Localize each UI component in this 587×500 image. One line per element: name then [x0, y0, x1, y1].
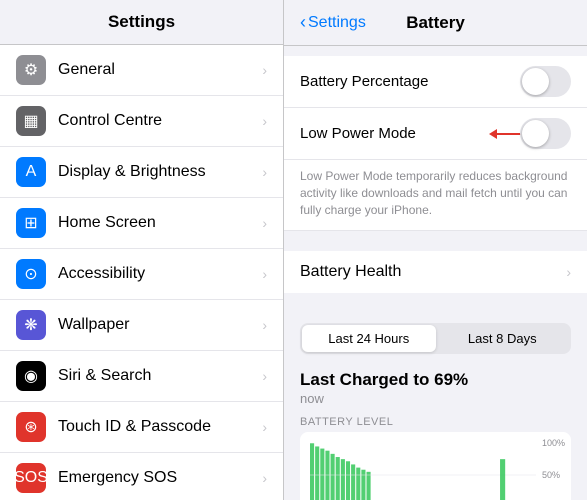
settings-item-emergency-sos[interactable]: SOS Emergency SOS›: [0, 453, 283, 500]
low-power-mode-row: Low Power Mode: [284, 108, 587, 160]
wallpaper-icon: ❋: [16, 310, 46, 340]
settings-item-display-brightness[interactable]: A Display & Brightness›: [0, 147, 283, 198]
back-label: Settings: [308, 14, 366, 32]
back-chevron-icon: ‹: [300, 12, 306, 33]
chevron-right-icon: ›: [262, 62, 267, 78]
settings-item-label-general: General: [58, 61, 262, 79]
settings-item-home-screen[interactable]: ⊞ Home Screen›: [0, 198, 283, 249]
settings-left-panel: Settings ⚙General›▦Control Centre›ADispl…: [0, 0, 284, 500]
last-charged-sub: now: [300, 391, 571, 406]
chevron-right-icon: ›: [262, 419, 267, 435]
chart-y-labels: 100% 50% 0%: [542, 438, 565, 500]
settings-item-label-touch-id: Touch ID & Passcode: [58, 418, 262, 436]
chevron-right-icon: ›: [262, 368, 267, 384]
battery-percentage-label: Battery Percentage: [300, 73, 520, 90]
low-power-mode-toggle[interactable]: [520, 118, 571, 149]
battery-health-label: Battery Health: [300, 263, 566, 281]
tab-last-24-hours[interactable]: Last 24 Hours: [302, 325, 436, 352]
right-content: Battery Percentage Low Power Mode Low Po…: [284, 46, 587, 500]
settings-item-label-emergency-sos: Emergency SOS: [58, 469, 262, 487]
control-centre-icon: ▦: [16, 106, 46, 136]
settings-item-label-control-centre: Control Centre: [58, 112, 262, 130]
right-header: ‹ Settings Battery: [284, 0, 587, 46]
settings-item-general[interactable]: ⚙ General›: [0, 45, 283, 96]
settings-item-touch-id[interactable]: ⊛ Touch ID & Passcode›: [0, 402, 283, 453]
battery-health-section: Battery Health ›: [284, 251, 587, 293]
general-icon: ⚙: [16, 55, 46, 85]
time-tabs: Last 24 Hours Last 8 Days: [300, 323, 571, 354]
toggles-section: Battery Percentage Low Power Mode Low Po…: [284, 56, 587, 231]
settings-item-accessibility[interactable]: ⊙ Accessibility›: [0, 249, 283, 300]
lpm-arrow-head: [489, 129, 497, 139]
low-power-description: Low Power Mode temporarily reduces backg…: [284, 160, 587, 231]
settings-item-label-home-screen: Home Screen: [58, 214, 262, 232]
settings-list: ⚙General›▦Control Centre›ADisplay & Brig…: [0, 45, 283, 500]
right-panel-title: Battery: [406, 13, 465, 33]
battery-right-panel: ‹ Settings Battery Battery Percentage Lo…: [284, 0, 587, 500]
chevron-right-icon: ›: [262, 470, 267, 486]
accessibility-icon: ⊙: [16, 259, 46, 289]
settings-item-wallpaper[interactable]: ❋ Wallpaper›: [0, 300, 283, 351]
time-tabs-section: Last 24 Hours Last 8 Days: [284, 313, 587, 364]
y-label-50: 50%: [542, 470, 565, 480]
toggle-knob: [522, 68, 549, 95]
tab-last-8-days[interactable]: Last 8 Days: [436, 325, 570, 352]
chart-svg-area: [310, 438, 536, 500]
battery-percentage-toggle[interactable]: [520, 66, 571, 97]
chevron-right-icon: ›: [262, 317, 267, 333]
y-label-100: 100%: [542, 438, 565, 448]
battery-health-row[interactable]: Battery Health ›: [284, 251, 587, 293]
battery-health-chevron-icon: ›: [566, 264, 571, 280]
chart-section: BATTERY LEVEL 100% 50% 0%: [284, 410, 587, 500]
low-power-mode-label: Low Power Mode: [300, 125, 520, 142]
left-header: Settings: [0, 0, 283, 45]
display-brightness-icon: A: [16, 157, 46, 187]
home-screen-icon: ⊞: [16, 208, 46, 238]
settings-item-siri-search[interactable]: ◉ Siri & Search›: [0, 351, 283, 402]
settings-item-label-display-brightness: Display & Brightness: [58, 163, 262, 181]
siri-search-icon: ◉: [16, 361, 46, 391]
chevron-right-icon: ›: [262, 215, 267, 231]
chevron-right-icon: ›: [262, 164, 267, 180]
battery-chart: 100% 50% 0%: [300, 432, 571, 500]
settings-item-label-siri-search: Siri & Search: [58, 367, 262, 385]
chevron-right-icon: ›: [262, 266, 267, 282]
chart-label: BATTERY LEVEL: [300, 416, 571, 428]
battery-percentage-row: Battery Percentage: [284, 56, 587, 108]
toggle-knob-lpm: [522, 120, 549, 147]
settings-item-control-centre[interactable]: ▦ Control Centre›: [0, 96, 283, 147]
back-button[interactable]: ‹ Settings: [300, 12, 366, 33]
chevron-right-icon: ›: [262, 113, 267, 129]
emergency-sos-icon: SOS: [16, 463, 46, 493]
battery-info: Last Charged to 69% now: [284, 364, 587, 410]
settings-item-label-accessibility: Accessibility: [58, 265, 262, 283]
touch-id-icon: ⊛: [16, 412, 46, 442]
last-charged-label: Last Charged to 69%: [300, 370, 571, 390]
left-title: Settings: [16, 12, 267, 32]
settings-item-label-wallpaper: Wallpaper: [58, 316, 262, 334]
